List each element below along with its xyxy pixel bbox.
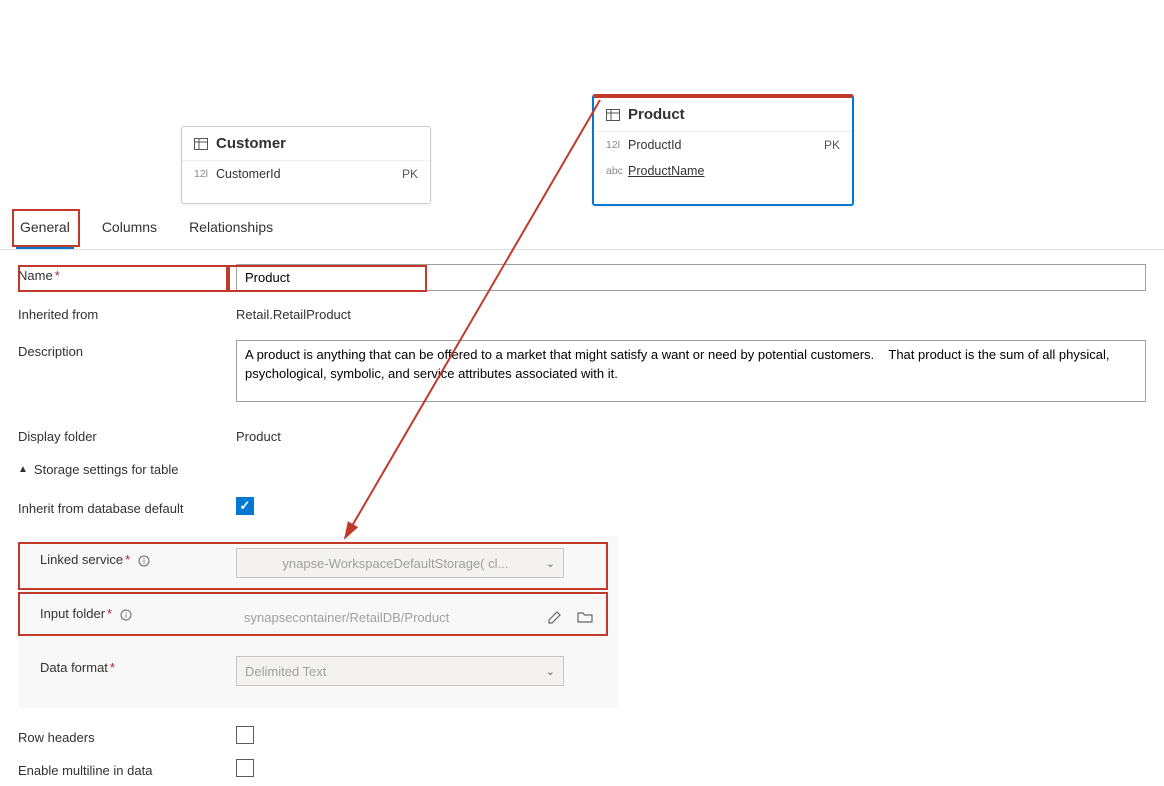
data-format-value: Delimited Text	[245, 664, 326, 679]
input-folder-label-text: Input folder	[40, 606, 105, 621]
coltype-label: abc	[606, 165, 628, 177]
name-label-text: Name	[18, 268, 53, 283]
entity-product-title: Product	[628, 106, 685, 123]
inherit-default-label: Inherit from database default	[18, 497, 228, 516]
inherited-value: Retail.RetailProduct	[236, 303, 1146, 322]
folder-icon[interactable]	[574, 606, 596, 628]
row-rowheaders: Row headers	[18, 720, 1146, 753]
coltype-label: 12l	[606, 139, 628, 151]
colname-label: ProductName	[628, 164, 840, 178]
storage-settings-label: Storage settings for table	[34, 462, 179, 477]
row-linked-service: Linked service* i ynapse-WorkspaceDefaul…	[18, 536, 618, 590]
entity-customer-title: Customer	[216, 135, 286, 152]
displayfolder-value: Product	[236, 425, 1146, 444]
rowheaders-label: Row headers	[18, 726, 228, 745]
entity-product[interactable]: Product 12l ProductId PK abc ProductName	[592, 94, 854, 206]
data-format-dropdown[interactable]: Delimited Text ⌄	[236, 656, 564, 686]
required-icon: *	[125, 552, 130, 567]
product-col-productid[interactable]: 12l ProductId PK	[594, 132, 852, 158]
row-data-format: Data format* Delimited Text ⌄	[18, 644, 618, 698]
diagram-canvas[interactable]: Customer 12l CustomerId PK Product 12l P…	[0, 0, 1164, 206]
name-label: Name*	[18, 264, 228, 283]
general-form: Name* Inherited from Retail.RetailProduc…	[18, 258, 1146, 786]
linked-service-value: ynapse-WorkspaceDefaultStorage( cl...	[245, 556, 546, 571]
tab-columns[interactable]: Columns	[98, 209, 161, 249]
svg-text:i: i	[125, 611, 127, 620]
chevron-down-icon: ⌄	[546, 557, 555, 570]
info-icon[interactable]: i	[138, 555, 150, 567]
colname-label: CustomerId	[216, 167, 402, 181]
row-name: Name*	[18, 258, 1146, 297]
input-folder-value: synapsecontainer/RetailDB/Product	[244, 610, 449, 625]
pk-badge: PK	[402, 167, 418, 181]
rowheaders-checkbox[interactable]	[236, 726, 254, 744]
chevron-down-icon: ▲	[18, 464, 28, 475]
description-label: Description	[18, 340, 228, 359]
required-icon: *	[110, 660, 115, 675]
coltype-label: 12l	[194, 168, 216, 180]
description-textarea[interactable]	[236, 340, 1146, 402]
name-input[interactable]	[236, 264, 1146, 291]
displayfolder-label: Display folder	[18, 425, 228, 444]
tab-relationships[interactable]: Relationships	[185, 209, 277, 249]
row-inherit-default: Inherit from database default	[18, 491, 1146, 522]
row-multiline: Enable multiline in data	[18, 753, 1146, 786]
info-icon[interactable]: i	[120, 609, 132, 621]
row-displayfolder: Display folder Product	[18, 419, 1146, 450]
chevron-down-icon: ⌄	[546, 665, 555, 678]
row-input-folder: Input folder* i synapsecontainer/RetailD…	[18, 590, 618, 644]
row-inherited: Inherited from Retail.RetailProduct	[18, 297, 1146, 328]
storage-settings-toggle[interactable]: ▲ Storage settings for table	[18, 450, 1146, 485]
input-folder-field[interactable]: synapsecontainer/RetailDB/Product	[236, 602, 536, 632]
customer-col-customerid[interactable]: 12l CustomerId PK	[182, 161, 430, 187]
data-format-label-text: Data format	[40, 660, 108, 675]
tab-columns-label: Columns	[102, 219, 157, 235]
edit-icon[interactable]	[544, 606, 566, 628]
tab-relationships-label: Relationships	[189, 219, 273, 235]
required-icon: *	[55, 268, 60, 283]
inherit-default-checkbox[interactable]	[236, 497, 254, 515]
entity-customer-header: Customer	[182, 127, 430, 161]
linked-service-dropdown[interactable]: ynapse-WorkspaceDefaultStorage( cl... ⌄	[236, 548, 564, 578]
tabs-bar: General Columns Relationships	[0, 209, 1164, 250]
table-icon	[606, 108, 620, 122]
required-icon: *	[107, 606, 112, 621]
product-col-productname[interactable]: abc ProductName	[594, 158, 852, 184]
storage-panel: Linked service* i ynapse-WorkspaceDefaul…	[18, 536, 618, 708]
tab-general-label: General	[20, 219, 70, 235]
inherited-label: Inherited from	[18, 303, 228, 322]
colname-label: ProductId	[628, 138, 824, 152]
svg-text:i: i	[143, 557, 145, 566]
pk-badge: PK	[824, 138, 840, 152]
row-description: Description	[18, 334, 1146, 411]
input-folder-label: Input folder* i	[18, 602, 228, 621]
data-format-label: Data format*	[18, 656, 228, 675]
linked-service-label-text: Linked service	[40, 552, 123, 567]
entity-product-header: Product	[594, 98, 852, 132]
linked-service-label: Linked service* i	[18, 548, 228, 567]
table-icon	[194, 137, 208, 151]
tab-general[interactable]: General	[16, 209, 74, 249]
entity-customer[interactable]: Customer 12l CustomerId PK	[181, 126, 431, 204]
